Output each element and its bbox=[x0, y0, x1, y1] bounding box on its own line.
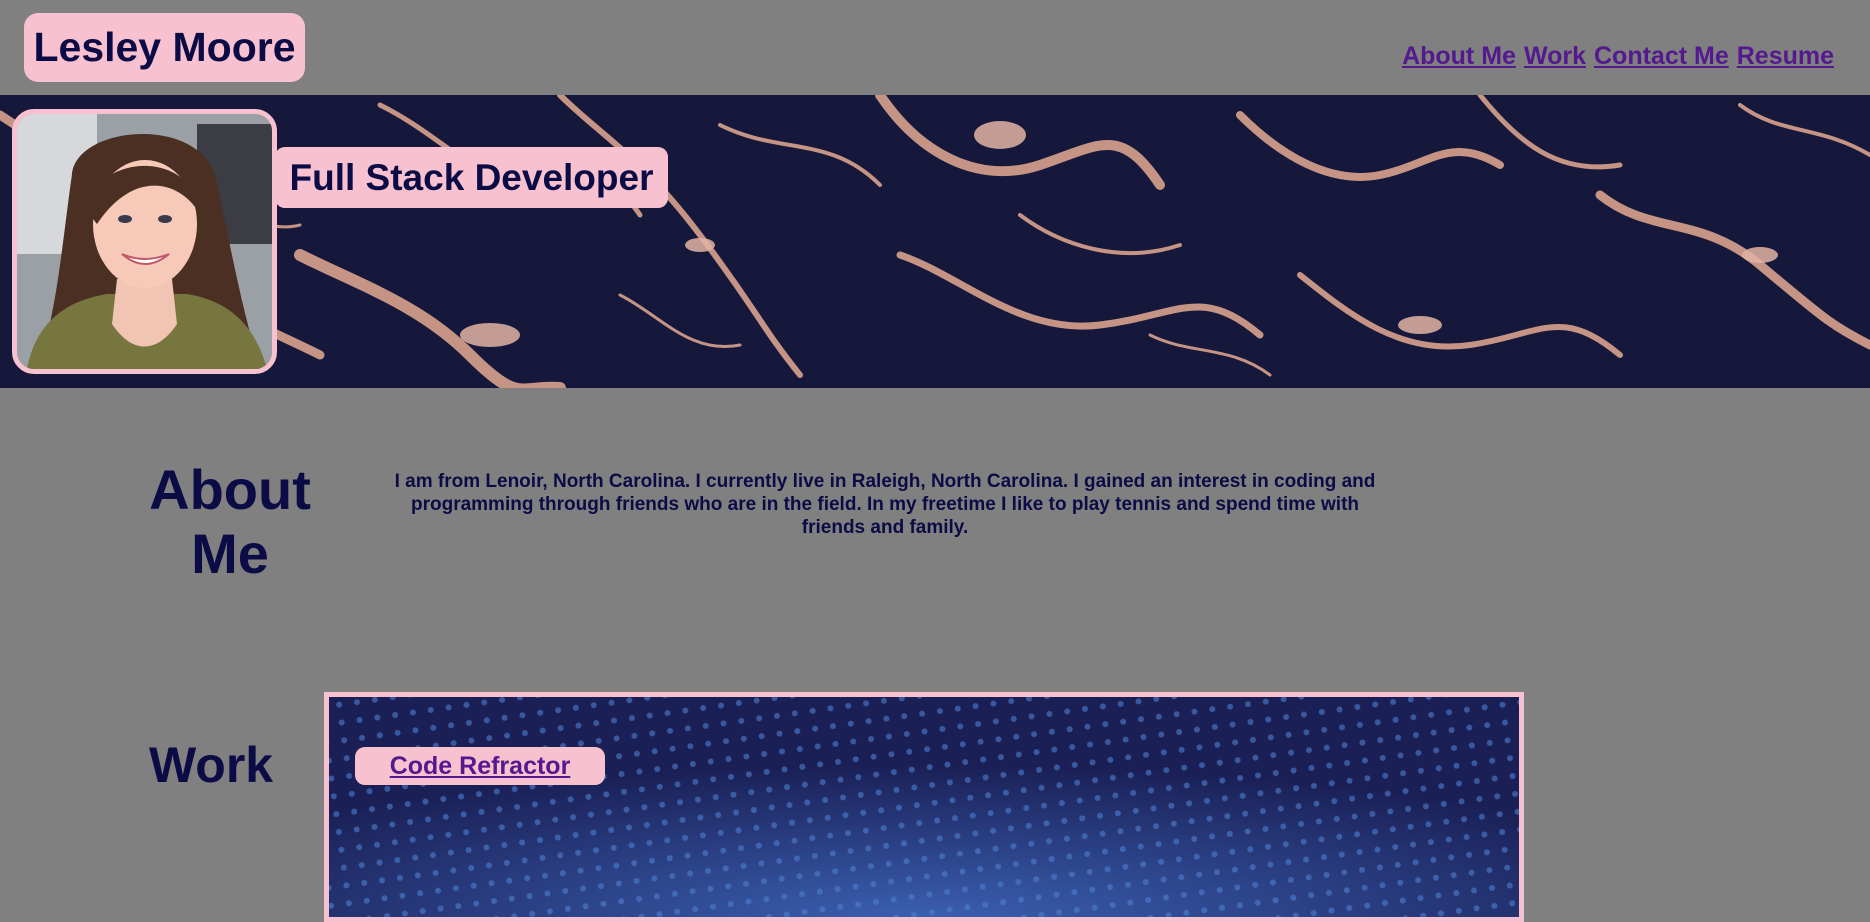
role-title: Full Stack Developer bbox=[289, 156, 654, 198]
project-link-code-refractor[interactable]: Code Refractor bbox=[390, 752, 571, 781]
marble-background bbox=[0, 95, 1870, 388]
project-card[interactable]: Code Refractor bbox=[324, 692, 1524, 922]
nav-link-work[interactable]: Work bbox=[1524, 42, 1586, 71]
main-nav: About Me Work Contact Me Resume bbox=[1402, 42, 1834, 71]
site-header: Lesley Moore About Me Work Contact Me Re… bbox=[0, 0, 1870, 95]
profile-photo bbox=[12, 109, 277, 374]
about-heading: About Me bbox=[149, 458, 311, 585]
work-heading: Work bbox=[149, 737, 274, 793]
site-title-box: Lesley Moore bbox=[24, 13, 305, 82]
person-portrait-icon bbox=[17, 114, 272, 369]
role-title-box: Full Stack Developer bbox=[275, 147, 668, 208]
about-text: I am from Lenoir, North Carolina. I curr… bbox=[394, 471, 1376, 538]
dot-pattern-background bbox=[329, 697, 1519, 917]
nav-link-about-me[interactable]: About Me bbox=[1402, 42, 1516, 71]
hero-banner: Full Stack Developer bbox=[0, 95, 1870, 388]
nav-link-contact-me[interactable]: Contact Me bbox=[1594, 42, 1729, 71]
nav-link-resume[interactable]: Resume bbox=[1737, 42, 1834, 71]
site-title: Lesley Moore bbox=[33, 24, 296, 70]
project-label-box: Code Refractor bbox=[355, 747, 605, 785]
